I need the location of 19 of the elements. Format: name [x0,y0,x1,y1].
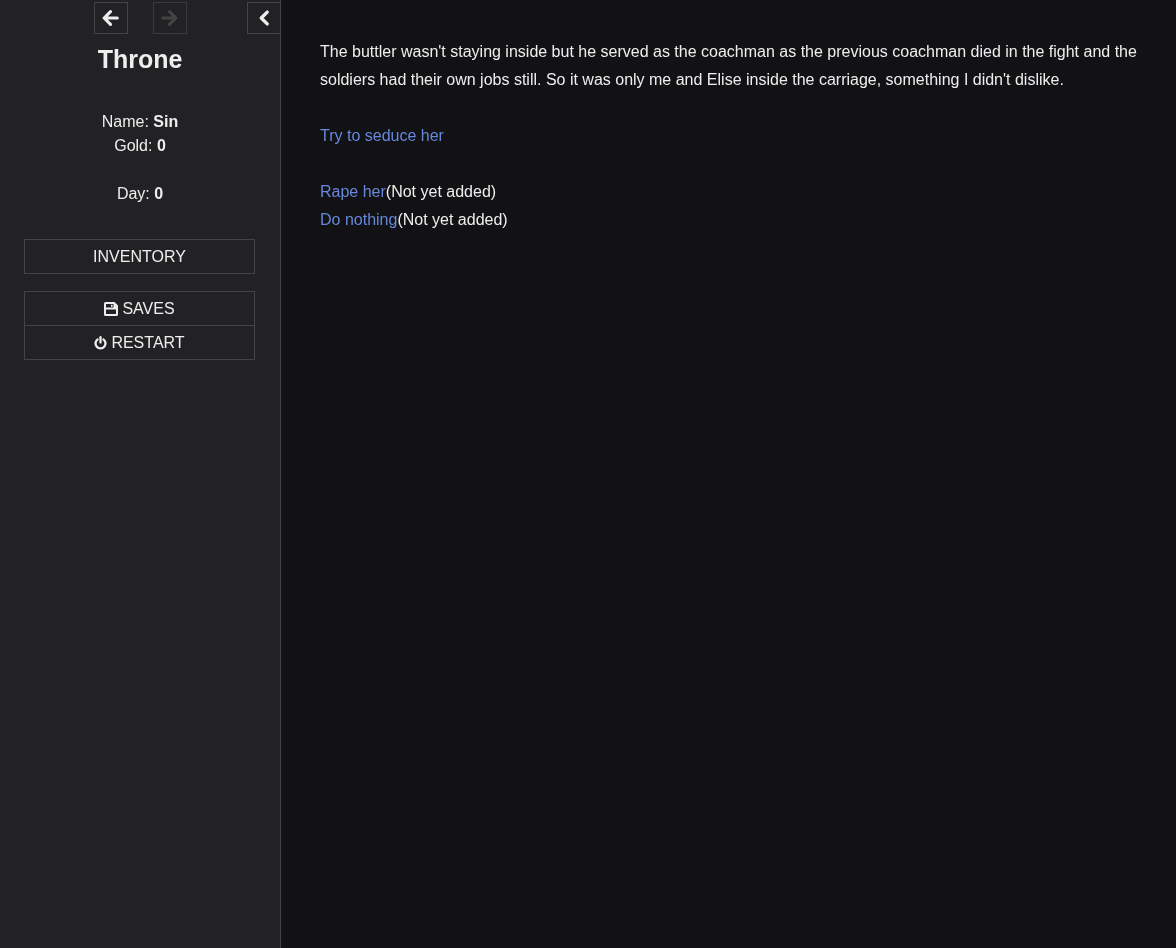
choice-link[interactable]: Try to seduce her [320,127,444,144]
choice-link[interactable]: Rape her [320,183,386,200]
left-arrow-icon [102,10,119,26]
inventory-button[interactable]: INVENTORY [24,239,255,274]
stat-line: Gold: 0 [114,137,166,154]
collapse-sidebar-button[interactable] [247,2,280,34]
chevron-left-icon [259,10,269,26]
stat-line: Day: 0 [116,185,164,202]
right-arrow-icon [161,10,178,26]
stat-line: Name: Sin [101,113,179,130]
story-title: Throne [96,44,184,74]
note-text: (Not yet added) [385,183,497,200]
passage-text: The buttler wasn't staying inside but he served as the coachman as the previous coachman died in the fight and the soldiers had their own jobs still. So it was only me and Elise inside the carriage, something I didn't dislike. [320,42,1138,90]
saves-button[interactable]: SAVES [24,291,255,326]
choice-link[interactable]: Do nothing [320,211,398,228]
restart-button[interactable]: RESTART [24,325,255,360]
back-button[interactable] [93,2,128,34]
note-text: (Not yet added) [397,211,508,228]
power-icon [94,335,108,350]
